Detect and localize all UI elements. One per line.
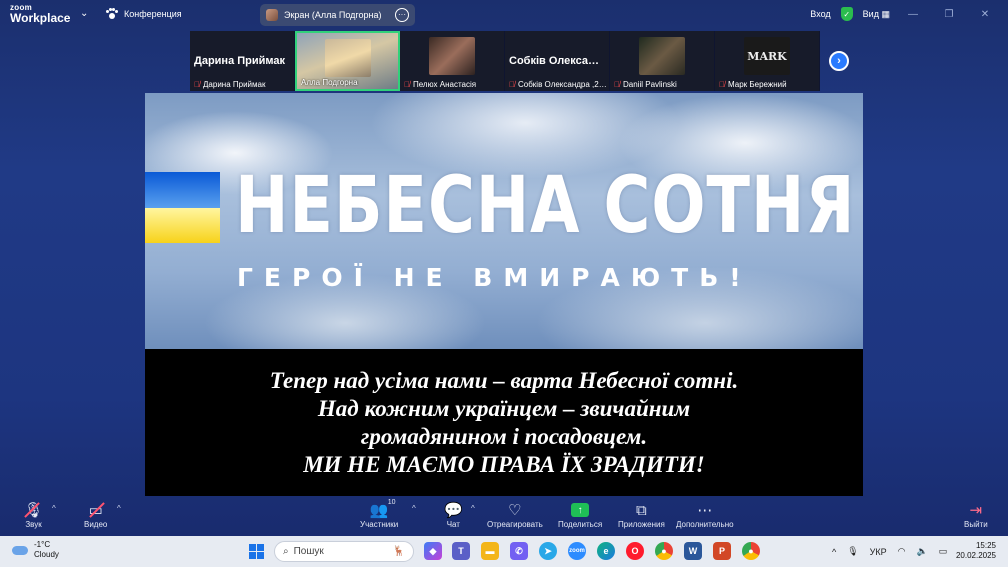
quote-line: Над кожним українцем – звичайним bbox=[317, 395, 691, 421]
apps-icon: ⧉ bbox=[636, 501, 647, 519]
minimize-icon[interactable]: — bbox=[900, 9, 926, 20]
microphone-icon[interactable]: 🎙 bbox=[847, 546, 858, 557]
participant-tile[interactable]: Собків Олександ… 🎙̸ Собків Олександра ,2… bbox=[505, 31, 610, 91]
signin-button[interactable]: Вход bbox=[810, 9, 830, 19]
mic-muted-icon: 🎙̸ bbox=[404, 80, 410, 89]
telegram-icon[interactable]: ➤ bbox=[539, 542, 557, 560]
quote-line: МИ НЕ МАЄМО ПРАВА ЇХ ЗРАДИТИ! bbox=[303, 451, 705, 477]
chrome-profile-icon[interactable]: ● bbox=[742, 542, 760, 560]
grid-icon: ▦ bbox=[881, 8, 890, 19]
leave-icon: ⇥ bbox=[969, 502, 983, 519]
microphone-muted-icon: 🎙 bbox=[24, 502, 44, 519]
mic-muted-icon: 🎙̸ bbox=[719, 80, 725, 89]
ukraine-flag bbox=[145, 172, 220, 243]
search-highlight-icon: 🦌 bbox=[392, 546, 405, 557]
zoom-taskbar-icon[interactable]: zoom bbox=[568, 542, 586, 560]
chevron-down-icon[interactable]: ⌄ bbox=[80, 8, 88, 19]
close-icon[interactable]: ✕ bbox=[972, 9, 998, 20]
viber-icon[interactable]: ✆ bbox=[510, 542, 528, 560]
wifi-icon[interactable]: ◠ bbox=[898, 546, 906, 557]
opera-icon[interactable]: O bbox=[626, 542, 644, 560]
mic-muted-icon: 🎙̸ bbox=[194, 80, 200, 89]
camera-off-icon: ▭ bbox=[88, 502, 103, 519]
zoom-logo: zoom Workplace bbox=[10, 3, 71, 25]
participant-avatar-image: MARK bbox=[744, 37, 790, 75]
volume-icon[interactable]: 🔈 bbox=[917, 546, 928, 557]
more-options-icon[interactable]: ··· bbox=[395, 8, 409, 22]
shield-check-icon[interactable]: ✓ bbox=[840, 7, 853, 21]
more-button[interactable]: ⋯ Дополнительно bbox=[676, 500, 734, 529]
chat-icon: 💬 bbox=[444, 502, 463, 519]
more-icon: ⋯ bbox=[697, 502, 713, 519]
maximize-icon[interactable]: ❐ bbox=[936, 9, 962, 20]
cloud-icon bbox=[12, 545, 28, 555]
edge-icon[interactable]: e bbox=[597, 542, 615, 560]
quote-block: Тепер над усіма нами – варта Небесної со… bbox=[145, 349, 863, 496]
share-button[interactable]: ↑ Поделиться bbox=[558, 500, 602, 529]
taskbar-clock[interactable]: 15:25 20.02.2025 bbox=[956, 541, 996, 561]
participant-video bbox=[429, 37, 475, 75]
participants-button[interactable]: 👥 10 Участники bbox=[360, 499, 398, 529]
banner-image: НЕБЕСНА СОТНЯ ГЕРОЇ НЕ ВМИРАЮТЬ! bbox=[145, 93, 863, 349]
react-button[interactable]: ♡ Отреагировать bbox=[487, 500, 543, 529]
screen-share-label: Экран (Алла Подгорна) bbox=[284, 10, 382, 20]
meeting-controls: 🎙 Звук ^ ▭ Видео ^ 👥 10 Участники ^ 💬 Чат… bbox=[0, 499, 1008, 536]
participant-strip: Дарина Приймак 🎙̸ Дарина Приймак Алла Под… bbox=[190, 31, 820, 91]
chrome-icon[interactable]: ● bbox=[655, 542, 673, 560]
copilot-icon[interactable]: ◆ bbox=[424, 542, 442, 560]
weather-widget[interactable]: -1°C Cloudy bbox=[12, 540, 59, 560]
chat-options-caret[interactable]: ^ bbox=[471, 504, 475, 513]
quote-line: громадянином і посадовцем. bbox=[360, 423, 648, 449]
leave-button[interactable]: ⇥ Выйти bbox=[964, 500, 988, 529]
conference-label: Конференция bbox=[124, 9, 182, 19]
audio-button[interactable]: 🎙 Звук bbox=[24, 500, 43, 529]
banner-title: НЕБЕСНА СОТНЯ bbox=[235, 161, 856, 251]
title-bar-right: Вход ✓ Вид ▦ — ❐ ✕ bbox=[810, 7, 998, 21]
chevron-right-icon[interactable]: › bbox=[829, 51, 849, 71]
paw-icon bbox=[106, 8, 118, 20]
taskbar-search[interactable]: ⌕ Пошук 🦌 bbox=[274, 541, 414, 562]
search-icon: ⌕ bbox=[283, 546, 289, 557]
teams-icon[interactable]: T bbox=[452, 542, 470, 560]
share-screen-icon: ↑ bbox=[571, 503, 590, 517]
video-button[interactable]: ▭ Видео bbox=[84, 500, 107, 529]
quote-line: Тепер над усіма нами – варта Небесної со… bbox=[269, 367, 739, 393]
windows-taskbar: -1°C Cloudy ⌕ Пошук 🦌 ◆ T ▬ ✆ ➤ zoom e O… bbox=[0, 536, 1008, 567]
participant-tile[interactable]: 🎙̸ Daniil Pavlinski bbox=[610, 31, 715, 91]
audio-options-caret[interactable]: ^ bbox=[52, 504, 56, 513]
battery-icon[interactable]: ▭ bbox=[939, 546, 948, 557]
participant-video bbox=[324, 39, 371, 77]
video-options-caret[interactable]: ^ bbox=[117, 504, 121, 513]
language-indicator[interactable]: УКР bbox=[870, 547, 887, 557]
mic-muted-icon: 🎙̸ bbox=[509, 80, 515, 89]
view-button[interactable]: Вид ▦ bbox=[863, 9, 890, 20]
system-tray: ^ 🎙 УКР ◠ 🔈 ▭ bbox=[832, 536, 947, 567]
participant-tile-active[interactable]: Алла Подгорна bbox=[295, 31, 400, 91]
mic-muted-icon: 🎙̸ bbox=[614, 80, 620, 89]
word-icon[interactable]: W bbox=[684, 542, 702, 560]
chat-button[interactable]: 💬 Чат bbox=[444, 500, 463, 529]
shared-screen: НЕБЕСНА СОТНЯ ГЕРОЇ НЕ ВМИРАЮТЬ! Тепер н… bbox=[145, 93, 863, 496]
powerpoint-icon[interactable]: P bbox=[713, 542, 731, 560]
participant-video bbox=[639, 37, 685, 75]
title-bar: zoom Workplace ⌄ Конференция Экран (Алла… bbox=[0, 0, 1008, 30]
conference-menu[interactable]: Конференция bbox=[106, 8, 182, 20]
participants-options-caret[interactable]: ^ bbox=[412, 504, 416, 513]
people-icon: 👥 10 bbox=[369, 499, 396, 519]
avatar bbox=[266, 9, 278, 21]
chevron-up-icon[interactable]: ^ bbox=[832, 547, 836, 557]
participant-tile[interactable]: MARK 🎙̸ Марк Бережний bbox=[715, 31, 820, 91]
apps-button[interactable]: ⧉ Приложения bbox=[618, 500, 665, 530]
file-explorer-icon[interactable]: ▬ bbox=[481, 542, 499, 560]
screen-share-indicator[interactable]: Экран (Алла Подгорна) ··· bbox=[260, 4, 415, 26]
participant-tile[interactable]: Дарина Приймак 🎙̸ Дарина Приймак bbox=[190, 31, 295, 91]
heart-icon: ♡ bbox=[508, 502, 522, 519]
participant-tile[interactable]: 🎙̸ Пелюх Анастасія bbox=[400, 31, 505, 91]
windows-start-icon[interactable] bbox=[249, 544, 264, 559]
banner-subtitle: ГЕРОЇ НЕ ВМИРАЮТЬ! bbox=[237, 263, 752, 292]
